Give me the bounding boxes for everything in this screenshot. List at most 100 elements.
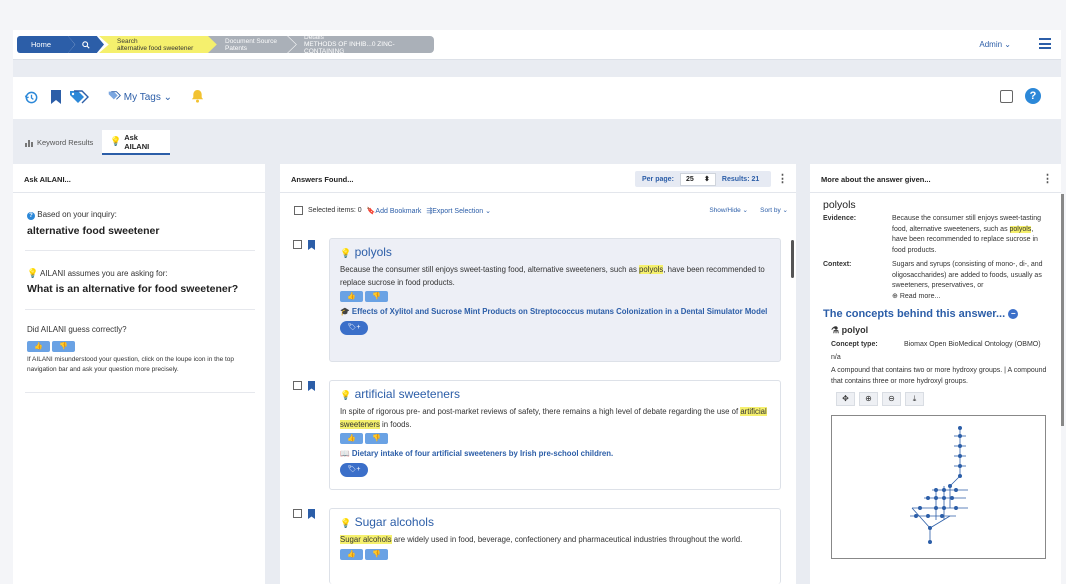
scrollbar[interactable] bbox=[791, 240, 794, 278]
concept-type: Biomax Open BioMedical Ontology (OBMO) bbox=[904, 341, 1041, 348]
collapse-icon[interactable]: − bbox=[1008, 309, 1019, 319]
zoom-out-icon[interactable]: ⊖ bbox=[882, 392, 901, 406]
text-after: are widely used in food, beverage, confe… bbox=[391, 535, 743, 544]
export-label: Export Selection ⌄ bbox=[432, 207, 492, 215]
thumbs-down-button[interactable]: 👎 bbox=[52, 341, 75, 352]
evidence-text: Because the consumer still enjoys sweet-… bbox=[892, 214, 1050, 256]
answer-title-text: Sugar alcohols bbox=[354, 515, 434, 529]
tab-ask-ailani[interactable]: 💡 Ask AILANI bbox=[102, 130, 170, 155]
tags-icon[interactable] bbox=[69, 89, 89, 105]
divider bbox=[25, 309, 255, 310]
search-icon bbox=[82, 40, 90, 49]
evidence-highlight: polyols bbox=[1009, 225, 1032, 233]
lightbulb-icon: 💡 bbox=[340, 248, 352, 258]
zoom-in-icon[interactable]: ⊕ bbox=[859, 392, 878, 406]
thumbs-up-button[interactable]: 👍 bbox=[340, 433, 363, 444]
help-icon[interactable]: ? bbox=[1025, 88, 1041, 104]
bookmark-icon[interactable] bbox=[51, 90, 61, 104]
answer-checkbox[interactable] bbox=[293, 240, 302, 249]
hint-text: If AILANI misunderstood your question, c… bbox=[27, 356, 235, 373]
concept-link[interactable]: ⚗ polyol bbox=[831, 325, 868, 336]
reset-view-icon[interactable]: ✥ bbox=[836, 392, 855, 406]
thumbs-up-button[interactable]: 👍 bbox=[27, 341, 50, 352]
molecule-structure-viewer[interactable] bbox=[831, 415, 1046, 559]
breadcrumb-home-label: Home bbox=[31, 40, 52, 49]
top-navigation-bar: Home Search alternative food sweetener D… bbox=[13, 30, 1061, 60]
add-bookmark-button[interactable]: 🔖Add Bookmark bbox=[367, 207, 422, 215]
source-reference-link[interactable]: 🎓 Effects of Xylitol and Sucrose Mint Pr… bbox=[340, 305, 770, 318]
answer-title[interactable]: 💡 artificial sweeteners bbox=[340, 387, 770, 401]
molecule-icon: ⚗ bbox=[831, 325, 840, 335]
paper-icon: 🎓 bbox=[340, 307, 350, 316]
help-circle-icon: ? bbox=[27, 212, 35, 220]
answer-card: 💡 Sugar alcohols Sugar alcohols are wide… bbox=[329, 508, 781, 584]
layout-toggle-icon[interactable] bbox=[1000, 90, 1013, 103]
lightbulb-icon: 💡 bbox=[340, 390, 352, 400]
scrollbar[interactable] bbox=[1061, 194, 1064, 426]
breadcrumb-source-label: Document Source bbox=[225, 37, 278, 45]
based-on-inquiry: ? Based on your inquiry: bbox=[27, 210, 117, 220]
bell-icon[interactable] bbox=[191, 89, 204, 103]
thumbs-down-button[interactable]: 👎 bbox=[365, 291, 388, 302]
show-hide-dropdown[interactable]: Show/Hide ⌄ bbox=[709, 206, 748, 214]
answer-title-text: polyols bbox=[354, 245, 392, 259]
breadcrumb-search[interactable]: Search alternative food sweetener bbox=[99, 36, 221, 53]
tab-keyword-results-label: Keyword Results bbox=[37, 138, 94, 147]
sort-by-dropdown[interactable]: Sort by ⌄ bbox=[760, 206, 788, 214]
context-label: Context: bbox=[823, 261, 852, 268]
admin-menu[interactable]: Admin ⌄ bbox=[979, 40, 1011, 49]
read-more-link[interactable]: ⊕ Read more... bbox=[892, 292, 940, 303]
details-header: More about the answer given... bbox=[821, 175, 931, 184]
tab-keyword-results[interactable]: Keyword Results bbox=[17, 130, 101, 155]
breadcrumb-details[interactable]: Details METHODS OF INHIB...0 ZINC-CONTAI… bbox=[288, 36, 434, 53]
more-options-icon[interactable]: ⋮ bbox=[1042, 172, 1053, 185]
answer-checkbox[interactable] bbox=[293, 509, 302, 518]
add-tag-button[interactable]: 🏷+ bbox=[340, 463, 368, 477]
read-more-label: Read more... bbox=[899, 293, 941, 300]
export-selection-dropdown[interactable]: ⇶Export Selection ⌄ bbox=[426, 207, 491, 215]
text-before: Because the consumer still enjoys sweet-… bbox=[340, 265, 640, 274]
answer-title[interactable]: 💡 polyols bbox=[340, 245, 770, 259]
panel-header: Ask AILANI... bbox=[13, 164, 265, 193]
download-icon[interactable]: ⤓ bbox=[905, 392, 924, 406]
my-tags-dropdown[interactable]: My Tags ⌄ bbox=[108, 91, 172, 103]
answer-title[interactable]: 💡 Sugar alcohols bbox=[340, 515, 770, 529]
history-icon[interactable] bbox=[24, 90, 39, 105]
selection-row: Selected items: 0 🔖Add Bookmark ⇶Export … bbox=[294, 206, 491, 215]
per-page-select[interactable]: 25 ⬍ bbox=[679, 172, 716, 186]
bookmark-icon[interactable] bbox=[308, 381, 315, 391]
source-reference-link[interactable]: 📖 Dietary intake of four artificial swee… bbox=[340, 447, 770, 460]
concept-name: polyol bbox=[841, 325, 869, 335]
add-tag-button[interactable]: 🏷+ bbox=[340, 321, 368, 335]
breadcrumb-search-value: alternative food sweetener bbox=[117, 44, 194, 52]
ask-ailani-panel: Ask AILANI... ? Based on your inquiry: a… bbox=[13, 164, 265, 584]
thumbs-up-button[interactable]: 👍 bbox=[340, 291, 363, 302]
concept-na: n/a bbox=[831, 354, 841, 361]
molecule-structure bbox=[910, 425, 968, 545]
toolbar: My Tags ⌄ ? bbox=[13, 77, 1061, 119]
text-after: in foods. bbox=[379, 419, 412, 429]
pagination-bar: Per page: 25 ⬍ Results: 21 bbox=[635, 171, 771, 187]
answer-text: In spite of rigorous pre- and post-marke… bbox=[340, 406, 770, 431]
feedback-buttons: 👍 👎 bbox=[27, 341, 75, 352]
thumbs-down-button[interactable]: 👎 bbox=[365, 548, 388, 560]
answer-checkbox[interactable] bbox=[293, 381, 302, 390]
bookmark-icon[interactable] bbox=[308, 240, 315, 250]
breadcrumb-home[interactable]: Home bbox=[17, 36, 75, 53]
breadcrumb-search-label: Search bbox=[117, 37, 138, 45]
thumbs-down-button[interactable]: 👎 bbox=[365, 433, 388, 444]
answer-details-panel: More about the answer given... ⋮ polyols… bbox=[810, 164, 1064, 584]
breadcrumb-details-value: METHODS OF INHIB...0 ZINC-CONTAINING bbox=[304, 41, 395, 55]
per-page-label: Per page: bbox=[642, 175, 674, 183]
hamburger-menu-icon[interactable] bbox=[1039, 38, 1051, 52]
bookmark-icon[interactable] bbox=[308, 509, 315, 519]
answers-panel: Answers Found... Per page: 25 ⬍ Results: … bbox=[280, 164, 796, 584]
divider bbox=[25, 392, 255, 393]
select-all-checkbox[interactable] bbox=[294, 206, 303, 215]
answers-header: Answers Found... bbox=[291, 175, 354, 184]
feedback-buttons: 👍 👎 bbox=[340, 433, 770, 444]
more-options-icon[interactable]: ⋮ bbox=[777, 172, 788, 185]
breadcrumb-source-value: Patents bbox=[225, 44, 248, 52]
breadcrumb-document-source[interactable]: Document Source Patents bbox=[208, 36, 296, 53]
thumbs-up-button[interactable]: 👍 bbox=[340, 548, 363, 560]
